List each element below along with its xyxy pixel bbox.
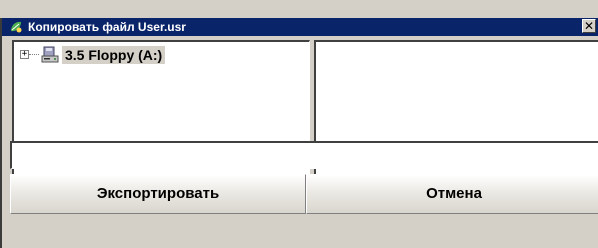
app-leaf-icon — [8, 19, 24, 35]
file-path-input[interactable] — [10, 141, 598, 169]
export-button[interactable]: Экспортировать — [10, 174, 306, 214]
title-bar[interactable]: Копировать файл User.usr ✕ — [0, 18, 598, 36]
cancel-button[interactable]: Отмена — [306, 174, 598, 214]
tree-item-label[interactable]: 3.5 Floppy (A:) — [62, 46, 166, 64]
expand-icon[interactable]: + — [20, 50, 29, 59]
window-title: Копировать файл User.usr — [28, 20, 186, 34]
floppy-drive-icon — [40, 46, 60, 64]
tree-connector — [29, 54, 39, 55]
close-icon: ✕ — [583, 19, 595, 33]
close-button[interactable]: ✕ — [582, 19, 596, 33]
copy-file-dialog: Копировать файл User.usr ✕ + 3.5 Floppy … — [0, 0, 598, 248]
